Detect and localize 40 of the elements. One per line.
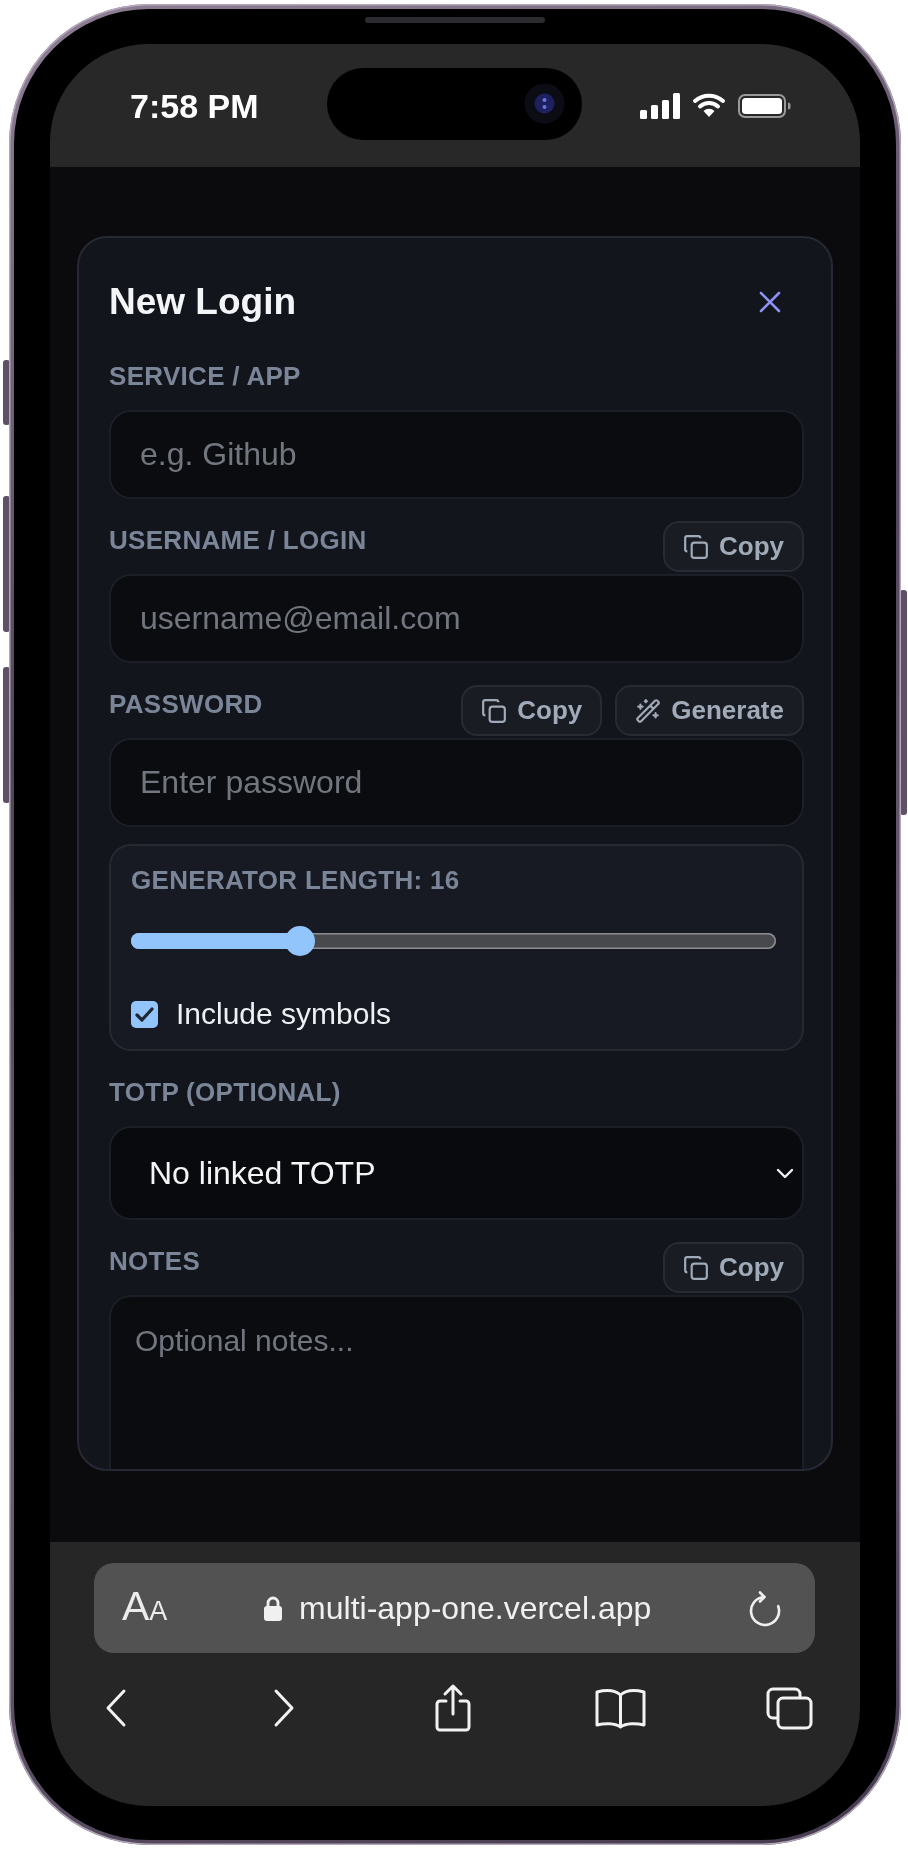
tabs-icon[interactable] — [765, 1686, 813, 1730]
close-icon[interactable] — [759, 291, 781, 313]
modal-title: New Login — [109, 280, 297, 324]
field-label: SERVICE / APP — [109, 360, 301, 392]
lock-icon — [263, 1594, 284, 1622]
copy-button[interactable]: Copy — [663, 1242, 804, 1293]
status-time: 7:58 PM — [130, 85, 259, 126]
text-input[interactable]: e.g. Github — [109, 410, 804, 499]
checkmark-icon — [135, 1006, 154, 1022]
battery-icon — [738, 93, 792, 118]
generate-button[interactable]: Generate — [615, 685, 804, 736]
length-slider[interactable] — [131, 926, 776, 956]
text-input[interactable]: Enter password — [109, 738, 804, 827]
field-label: TOTP (OPTIONAL) — [109, 1076, 341, 1108]
copy-button[interactable]: Copy — [663, 521, 804, 572]
field-label: USERNAME / LOGIN — [109, 524, 367, 556]
copy-button[interactable]: Copy — [461, 685, 603, 736]
magic-wand-icon — [635, 697, 662, 724]
book-icon[interactable] — [595, 1687, 647, 1729]
address-bar[interactable]: AA multi-app-one.vercel.app — [94, 1563, 815, 1653]
copy-icon — [481, 697, 508, 724]
text-input[interactable]: username@email.com — [109, 574, 804, 663]
signal-icon — [640, 92, 680, 119]
back-icon[interactable] — [104, 1688, 128, 1728]
checkbox-label: Include symbols — [176, 998, 392, 1030]
copy-icon — [683, 533, 709, 560]
field-label: PASSWORD — [109, 688, 263, 720]
dropdown-select[interactable]: No linked TOTP — [109, 1126, 804, 1220]
field-label: NOTES — [109, 1245, 201, 1277]
wifi-icon — [692, 93, 726, 118]
slider-thumb[interactable] — [284, 926, 315, 956]
url-text: multi-app-one.vercel.app — [299, 1589, 652, 1628]
notes-textarea[interactable]: Optional notes... — [109, 1295, 804, 1469]
field-label: GENERATOR LENGTH: 16 — [131, 864, 461, 896]
checkbox[interactable] — [131, 1000, 158, 1028]
copy-icon — [683, 1254, 709, 1281]
text-size-button[interactable]: AA — [122, 1583, 168, 1633]
reload-icon[interactable] — [747, 1588, 783, 1628]
chevron-down-icon — [776, 1167, 794, 1179]
camera-lens-icon — [524, 83, 565, 124]
